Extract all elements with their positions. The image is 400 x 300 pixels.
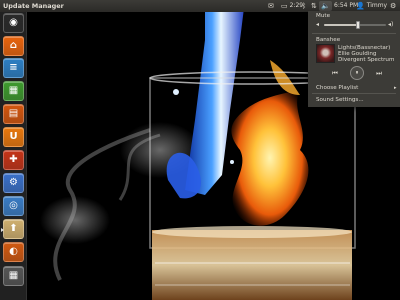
song-info: Lights(Bassnectar) Ellie Goulding Diverg… <box>338 45 394 64</box>
ubuntu-logo-icon: ◉ <box>9 17 18 28</box>
user-name: Timmy <box>366 2 388 9</box>
bluetooth-indicator[interactable]: ᛒ <box>302 1 306 11</box>
launcher-item-ubuntu-one[interactable]: ✚ <box>3 150 24 170</box>
speaker-icon: 🔈 <box>321 2 330 10</box>
workspace-switcher-icon: ▦ <box>8 270 19 281</box>
pause-icon: ⏸ <box>355 69 359 76</box>
writer-icon: ≡ <box>9 62 18 73</box>
chromium-icon: ◎ <box>9 200 18 211</box>
submenu-arrow-icon: ▸ <box>394 85 397 91</box>
update-manager-icon: ⬆ <box>9 223 18 234</box>
window-title: Update Manager <box>3 2 64 10</box>
launcher-item-software-center[interactable]: U <box>3 127 24 147</box>
calc-icon: ▦ <box>8 85 19 96</box>
launcher-item-impress[interactable]: ▤ <box>3 104 24 124</box>
next-icon: ⏭ <box>376 68 382 77</box>
song-album: Divergent Spectrum <box>338 57 395 64</box>
launcher: ◉ ⌂ ≡ ▦ ▤ U ✚ ⚙ ◎ ⬆ ◐ ▦ <box>0 12 27 300</box>
clock-indicator[interactable]: 6:54 PM <box>334 1 358 11</box>
launcher-item-home-folder[interactable]: ⌂ <box>3 36 24 56</box>
volume-slider[interactable] <box>324 21 386 29</box>
session-indicator[interactable]: ⚙ <box>390 1 396 11</box>
network-indicator[interactable]: ⇅ <box>311 1 317 11</box>
battery-icon: ▭ <box>281 2 288 10</box>
bluetooth-icon: ᛒ <box>302 2 307 10</box>
sound-settings-item[interactable]: Sound Settings... <box>316 97 364 103</box>
folder-icon: ⌂ <box>9 40 18 51</box>
previous-icon: ⏮ <box>332 68 338 77</box>
launcher-item-firefox[interactable]: ◐ <box>3 242 24 262</box>
envelope-indicator[interactable]: ✉ <box>268 1 274 11</box>
volume-low-icon: ◂ <box>316 21 320 28</box>
power-gear-icon: ⚙ <box>390 2 397 10</box>
choose-playlist-item[interactable]: Choose Playlist <box>316 85 358 91</box>
launcher-item-workspaces[interactable]: ▦ <box>3 266 24 286</box>
launcher-item-chromium[interactable]: ◎ <box>3 196 24 216</box>
menu-divider <box>312 93 396 94</box>
envelope-icon: ✉ <box>268 2 274 10</box>
album-art <box>316 44 335 63</box>
user-indicator[interactable]: 👤 Timmy <box>356 1 387 11</box>
impress-icon: ▤ <box>8 108 19 119</box>
volume-slider-fill <box>324 24 359 26</box>
firefox-icon: ◐ <box>9 246 18 257</box>
launcher-item-writer[interactable]: ≡ <box>3 58 24 78</box>
launcher-item-settings[interactable]: ⚙ <box>3 173 24 193</box>
settings-icon: ⚙ <box>9 177 18 188</box>
sound-menu: Mute ◂ ◂) Banshee Lights(Bassnectar) Ell… <box>308 11 400 107</box>
previous-track-button[interactable]: ⏮ <box>332 70 338 77</box>
battery-indicator[interactable]: ▭ 2:29 <box>281 1 303 11</box>
playback-controls: ⏮ ⏸ ⏭ <box>332 66 382 80</box>
mute-menu-item[interactable]: Mute <box>316 13 330 19</box>
launcher-item-dash[interactable]: ◉ <box>3 13 24 33</box>
launcher-item-calc[interactable]: ▦ <box>3 81 24 101</box>
launcher-item-update-manager[interactable]: ⬆ <box>1 219 24 239</box>
next-track-button[interactable]: ⏭ <box>376 70 382 77</box>
volume-high-icon: ◂) <box>388 21 394 28</box>
running-indicator <box>1 228 4 232</box>
person-icon: 👤 <box>356 2 365 10</box>
software-center-icon: U <box>9 131 18 142</box>
play-pause-button[interactable]: ⏸ <box>350 66 364 80</box>
menu-divider <box>312 33 396 34</box>
network-icon: ⇅ <box>311 2 317 10</box>
player-name[interactable]: Banshee <box>316 37 340 43</box>
volume-slider-thumb[interactable] <box>356 21 361 29</box>
ubuntu-one-icon: ✚ <box>9 154 18 165</box>
clock: 6:54 PM <box>334 2 359 9</box>
sound-indicator[interactable]: 🔈 <box>319 1 332 11</box>
